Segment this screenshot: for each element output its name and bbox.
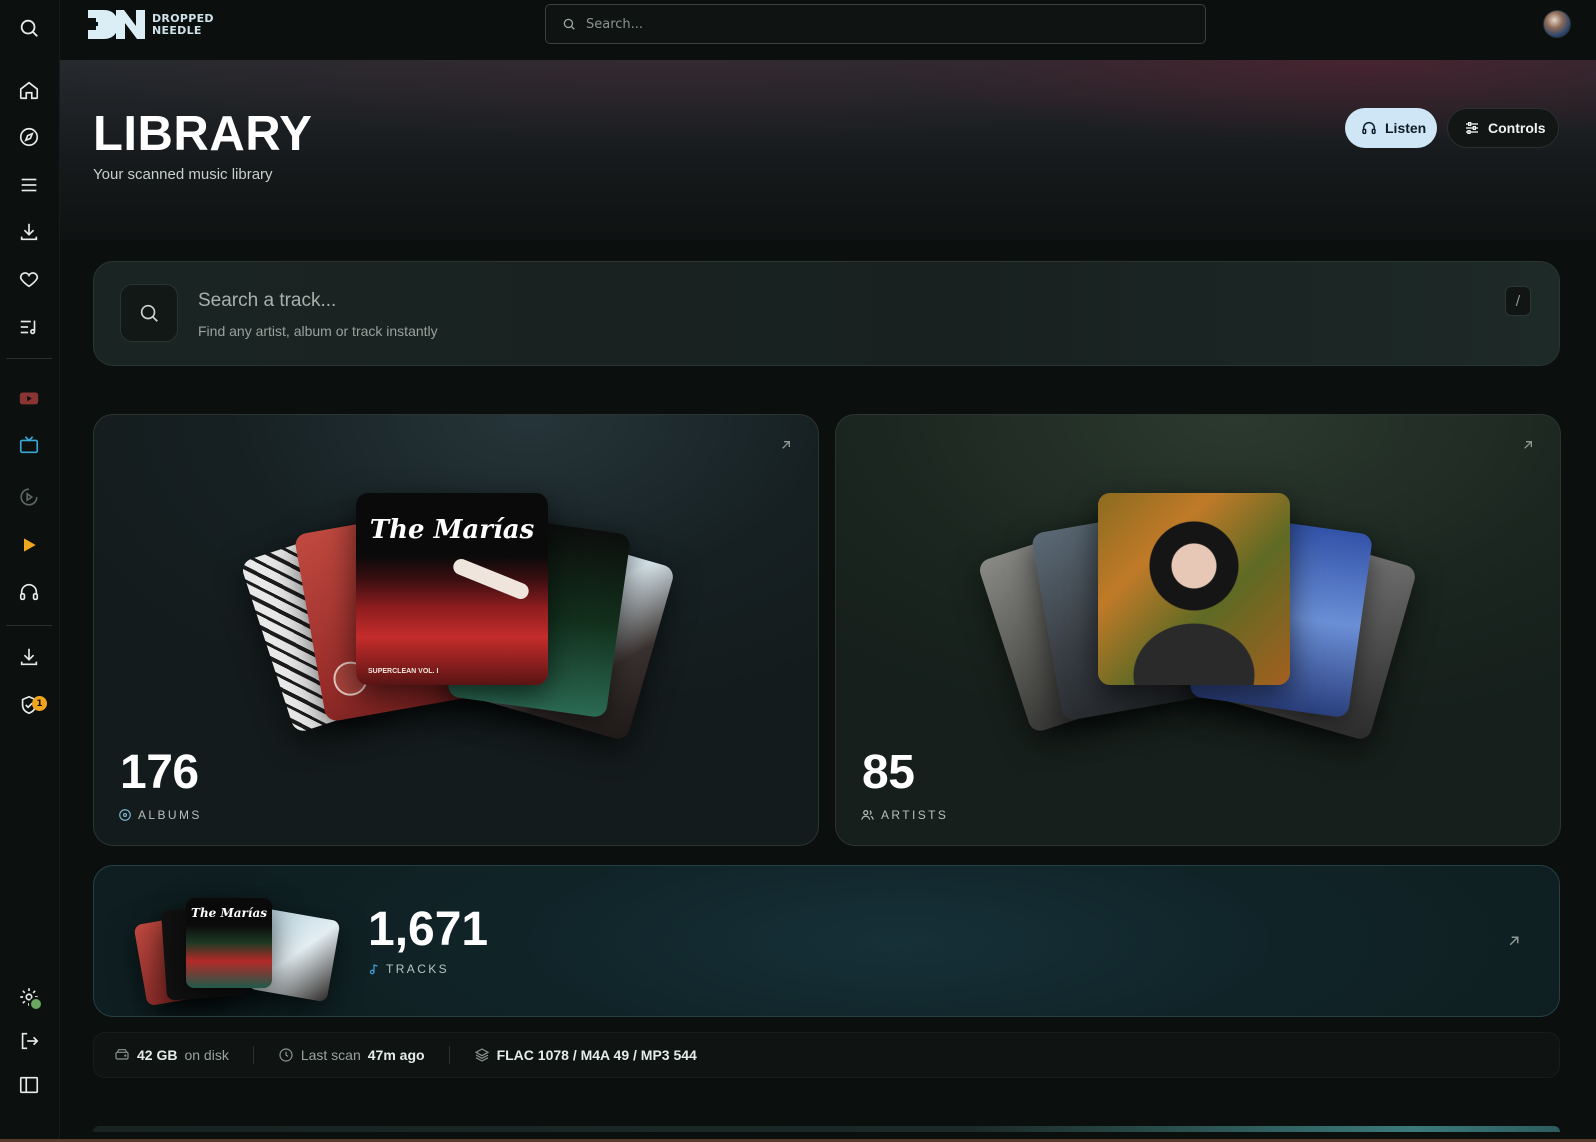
disk-usage-suffix: on disk	[184, 1047, 229, 1063]
albums-label-text: ALBUMS	[138, 808, 202, 822]
stats-divider	[448, 1046, 450, 1064]
download-icon[interactable]	[14, 642, 44, 672]
page-title: LIBRARY	[93, 107, 313, 161]
controls-button[interactable]: Controls	[1447, 108, 1559, 148]
track-search-card[interactable]: Search a track... Find any artist, album…	[93, 261, 1560, 366]
users-icon	[860, 808, 875, 822]
headphones-icon	[1361, 120, 1377, 136]
disk-usage-value: 42 GB	[137, 1047, 178, 1063]
page-header: LIBRARY Your scanned music library Liste…	[60, 60, 1596, 240]
arrow-up-right-icon[interactable]	[1505, 932, 1523, 950]
next-section-edge	[93, 1126, 1560, 1132]
disc-icon	[118, 808, 132, 822]
albums-card[interactable]: The Marías SUPERCLEAN VOL. I 176 ALBUMS	[93, 414, 819, 846]
tracks-label-text: TRACKS	[386, 962, 450, 976]
compass-icon[interactable]	[14, 122, 44, 152]
settings-status-dot	[29, 997, 43, 1011]
play-icon[interactable]	[14, 530, 44, 560]
disk-usage: 42 GB on disk	[114, 1047, 229, 1063]
global-search-input[interactable]	[586, 16, 1146, 32]
global-search[interactable]	[545, 4, 1206, 44]
tracks-count: 1,671	[368, 903, 489, 956]
artists-label: ARTISTS	[860, 808, 948, 822]
brand-name: DROPPED NEEDLE	[152, 11, 214, 37]
play-history-icon[interactable]	[14, 482, 44, 512]
notification-badge: 1	[32, 696, 47, 711]
albums-count: 176	[120, 746, 199, 799]
albums-label: ALBUMS	[118, 808, 202, 822]
featured-track-cover: The Marías	[186, 898, 272, 988]
logout-icon[interactable]	[14, 1026, 44, 1056]
youtube-icon[interactable]	[14, 383, 44, 413]
library-stats: 42 GB on disk Last scan 47m ago FLAC 107…	[93, 1032, 1560, 1078]
format-breakdown-value: FLAC 1078 / M4A 49 / MP3 544	[496, 1047, 697, 1063]
artists-card[interactable]: 85 ARTISTS	[835, 414, 1561, 846]
track-search-subtitle: Find any artist, album or track instantl…	[198, 323, 438, 339]
arrow-up-right-icon[interactable]	[1520, 437, 1538, 455]
format-breakdown: FLAC 1078 / M4A 49 / MP3 544	[474, 1047, 697, 1063]
artists-count: 85	[862, 746, 915, 799]
featured-album-title: The Marías	[369, 515, 535, 545]
music-note-icon	[368, 962, 380, 976]
stats-divider	[252, 1046, 254, 1064]
tv-icon[interactable]	[14, 430, 44, 460]
search-icon	[120, 284, 178, 342]
heart-icon[interactable]	[14, 264, 44, 294]
page-subtitle: Your scanned music library	[93, 166, 273, 183]
avatar[interactable]	[1543, 10, 1571, 38]
sidebar: 1	[0, 0, 60, 1142]
sidebar-divider	[6, 625, 52, 626]
hard-drive-icon	[114, 1047, 130, 1063]
menu-icon[interactable]	[14, 170, 44, 200]
featured-album-caption: SUPERCLEAN VOL. I	[368, 668, 439, 675]
listen-button-label: Listen	[1385, 120, 1427, 136]
last-scan: Last scan 47m ago	[278, 1047, 425, 1063]
last-scan-value: 47m ago	[367, 1047, 425, 1063]
search-icon	[562, 17, 576, 31]
dn-logo-icon	[86, 10, 145, 39]
playlist-icon[interactable]	[14, 312, 44, 342]
clock-icon	[278, 1047, 294, 1063]
track-search-title: Search a track...	[198, 290, 337, 311]
download-icon[interactable]	[14, 217, 44, 247]
keyboard-shortcut-hint: /	[1505, 286, 1531, 316]
brand-name-line1: DROPPED	[152, 11, 214, 25]
home-icon[interactable]	[14, 75, 44, 105]
layers-icon	[474, 1047, 490, 1063]
brand-name-line2: NEEDLE	[152, 23, 202, 37]
album-covers-fan: The Marías SUPERCLEAN VOL. I	[94, 415, 818, 745]
brand-logo[interactable]: DROPPED NEEDLE	[86, 8, 214, 41]
search-icon[interactable]	[14, 13, 44, 43]
arrow-up-right-icon[interactable]	[778, 437, 796, 455]
sidebar-divider	[6, 358, 52, 359]
headphones-icon[interactable]	[14, 577, 44, 607]
track-cover-title: The Marías	[191, 906, 267, 920]
panel-toggle-icon[interactable]	[14, 1070, 44, 1100]
sliders-icon	[1464, 120, 1480, 136]
tracks-card[interactable]: The Marías 1,671 TRACKS	[93, 865, 1560, 1017]
tracks-label: TRACKS	[368, 962, 449, 976]
artists-label-text: ARTISTS	[881, 808, 949, 822]
last-scan-label: Last scan	[300, 1047, 361, 1063]
artist-photos-fan	[836, 415, 1560, 745]
listen-button[interactable]: Listen	[1345, 108, 1437, 148]
featured-album-cover[interactable]: The Marías SUPERCLEAN VOL. I	[356, 493, 548, 685]
controls-button-label: Controls	[1488, 120, 1546, 136]
featured-artist-photo[interactable]	[1098, 493, 1290, 685]
top-bar: DROPPED NEEDLE	[60, 0, 1596, 60]
